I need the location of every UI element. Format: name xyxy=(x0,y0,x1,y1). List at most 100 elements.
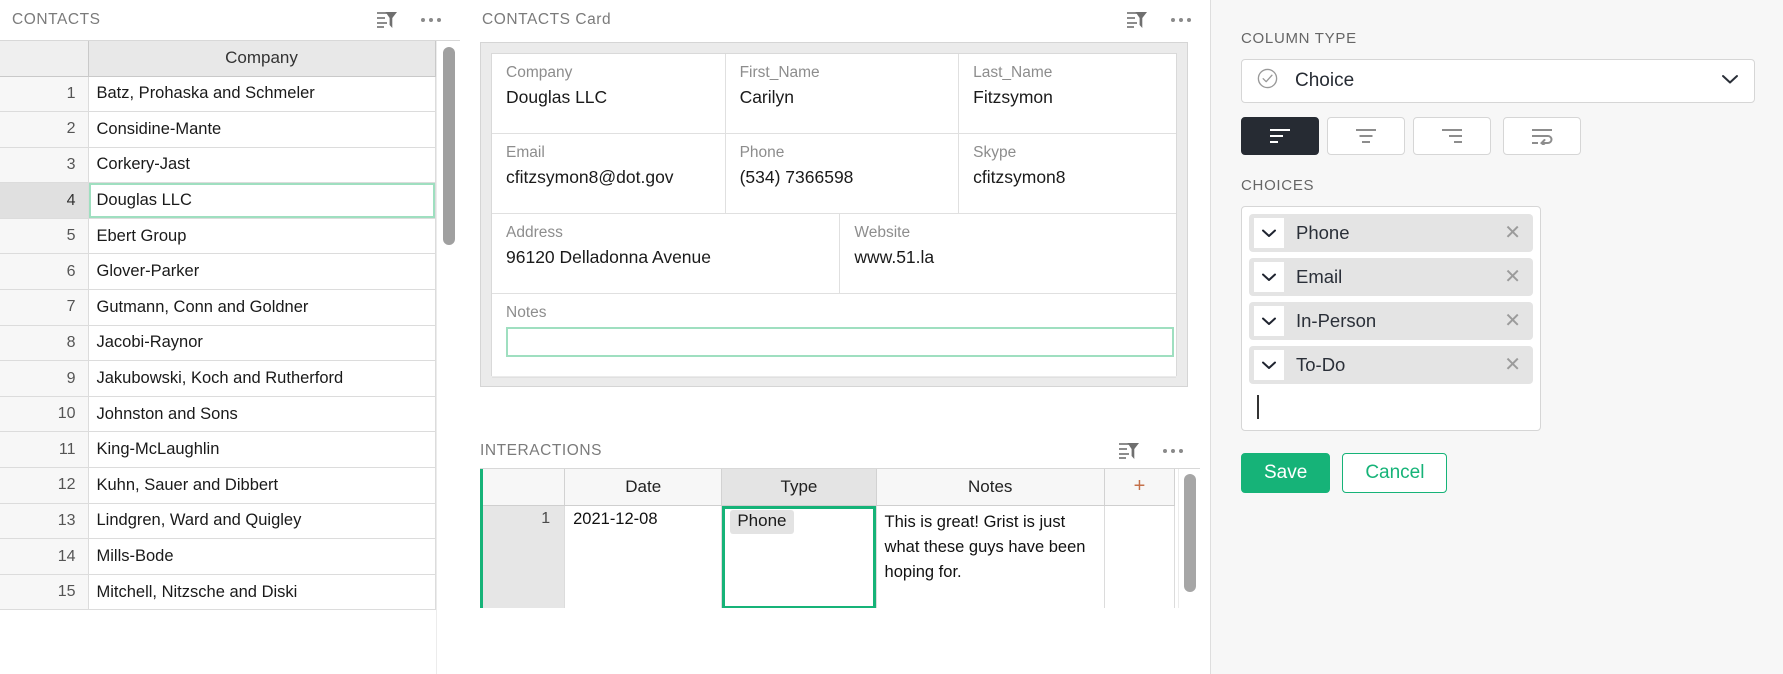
cell-company[interactable]: King-McLaughlin xyxy=(88,431,436,469)
wrap-text-icon[interactable] xyxy=(1503,117,1581,155)
column-type-select[interactable]: Choice xyxy=(1241,59,1755,103)
row-number-header[interactable] xyxy=(481,469,566,506)
row-number[interactable]: 9 xyxy=(0,360,89,397)
column-header-type[interactable]: Type xyxy=(721,469,877,506)
more-options-icon[interactable] xyxy=(1158,437,1188,465)
cell-company[interactable]: Lindgren, Ward and Quigley xyxy=(88,503,436,540)
card-field-first-name[interactable]: First_Name Carilyn xyxy=(725,54,960,134)
cell-date[interactable]: 2021-12-08 xyxy=(564,505,723,608)
cell-company[interactable]: Ebert Group xyxy=(88,218,436,255)
chevron-down-icon[interactable] xyxy=(1254,262,1284,292)
column-header-date[interactable]: Date xyxy=(564,469,723,506)
cell-notes[interactable]: This is great! Grist is just what these … xyxy=(876,505,1105,608)
table-row[interactable]: 12 Kuhn, Sauer and Dibbert xyxy=(0,467,436,504)
table-row[interactable]: 15 Mitchell, Nitzsche and Diski xyxy=(0,574,436,611)
table-row[interactable]: 8 Jacobi-Raynor xyxy=(0,325,436,362)
card-field-address[interactable]: Address 96120 Delladonna Avenue xyxy=(492,214,841,294)
row-number-header[interactable] xyxy=(0,41,89,77)
scrollbar-thumb[interactable] xyxy=(1184,474,1196,592)
column-header-notes[interactable]: Notes xyxy=(876,469,1105,506)
cell-company[interactable]: Corkery-Jast xyxy=(88,147,436,184)
filter-sort-icon[interactable] xyxy=(372,6,402,34)
row-number[interactable]: 1 xyxy=(0,76,89,113)
row-number[interactable]: 5 xyxy=(0,218,89,255)
remove-choice-icon[interactable]: ✕ xyxy=(1502,311,1523,331)
choice-item[interactable]: To-Do ✕ xyxy=(1249,346,1533,384)
remove-choice-icon[interactable]: ✕ xyxy=(1502,267,1523,287)
table-row[interactable]: 13 Lindgren, Ward and Quigley xyxy=(0,503,436,540)
more-options-icon[interactable] xyxy=(416,6,446,34)
contacts-grid[interactable]: Company 1 Batz, Prohaska and Schmeler 2 Co… xyxy=(0,40,460,674)
add-column-button[interactable]: + xyxy=(1104,469,1176,506)
row-number[interactable]: 1 xyxy=(481,505,566,608)
save-button[interactable]: Save xyxy=(1241,453,1331,493)
more-options-icon[interactable] xyxy=(1166,6,1196,34)
table-row[interactable]: 2 Considine-Mante xyxy=(0,111,436,148)
row-number[interactable]: 14 xyxy=(0,538,89,575)
card-field-website[interactable]: Website www.51.la xyxy=(840,214,1176,294)
cell-company[interactable]: Kuhn, Sauer and Dibbert xyxy=(88,467,436,504)
table-row[interactable]: 14 Mills-Bode xyxy=(0,538,436,575)
row-number[interactable]: 7 xyxy=(0,289,89,326)
align-center-icon[interactable] xyxy=(1327,117,1405,155)
table-row[interactable]: 3 Corkery-Jast xyxy=(0,147,436,184)
cell-empty[interactable] xyxy=(1104,505,1176,608)
table-row-selected[interactable]: 4 Douglas LLC xyxy=(0,182,436,219)
table-row[interactable]: 1 2021-12-08 Phone This is great! Grist … xyxy=(481,505,1176,608)
row-number[interactable]: 2 xyxy=(0,111,89,148)
card-field-phone[interactable]: Phone (534) 7366598 xyxy=(725,134,960,214)
table-row[interactable]: 7 Gutmann, Conn and Goldner xyxy=(0,289,436,326)
cell-company[interactable]: Considine-Mante xyxy=(88,111,436,148)
card-field-last-name[interactable]: Last_Name Fitzsymon xyxy=(959,54,1176,134)
cell-company[interactable]: Batz, Prohaska and Schmeler xyxy=(88,76,436,113)
remove-choice-icon[interactable]: ✕ xyxy=(1502,355,1523,375)
table-row[interactable]: 6 Glover-Parker xyxy=(0,253,436,291)
cancel-button[interactable]: Cancel xyxy=(1342,453,1448,493)
interactions-vertical-scrollbar[interactable] xyxy=(1178,469,1200,608)
choice-item[interactable]: Phone ✕ xyxy=(1249,214,1533,252)
filter-sort-icon[interactable] xyxy=(1122,6,1152,34)
choice-item[interactable]: In-Person ✕ xyxy=(1249,302,1533,340)
chevron-down-icon[interactable] xyxy=(1254,306,1284,336)
card-field-skype[interactable]: Skype cfitzsymon8 xyxy=(959,134,1176,214)
cell-company[interactable]: Jacobi-Raynor xyxy=(88,325,436,362)
table-row[interactable]: 10 Johnston and Sons xyxy=(0,396,436,433)
row-number[interactable]: 12 xyxy=(0,467,89,504)
scrollbar-thumb[interactable] xyxy=(443,47,455,245)
choice-item[interactable]: Email ✕ xyxy=(1249,258,1533,296)
filter-sort-icon[interactable] xyxy=(1114,437,1144,465)
table-row[interactable]: 9 Jakubowski, Koch and Rutherford xyxy=(0,360,436,397)
new-choice-input[interactable] xyxy=(1249,390,1533,424)
align-left-icon[interactable] xyxy=(1241,117,1319,155)
cell-company[interactable]: Mills-Bode xyxy=(88,538,436,575)
row-number[interactable]: 3 xyxy=(0,147,89,184)
chevron-down-icon[interactable] xyxy=(1254,350,1284,380)
row-number[interactable]: 11 xyxy=(0,431,89,469)
cell-company[interactable]: Glover-Parker xyxy=(88,253,436,291)
card-field-email[interactable]: Email cfitzsymon8@dot.gov xyxy=(492,134,726,214)
table-row[interactable]: 5 Ebert Group xyxy=(0,218,436,255)
contacts-vertical-scrollbar[interactable] xyxy=(436,41,460,674)
interactions-grid[interactable]: Date Type Notes + 1 2021-12-08 Phone Thi… xyxy=(480,468,1200,608)
remove-choice-icon[interactable]: ✕ xyxy=(1502,223,1523,243)
cell-type-selected[interactable]: Phone xyxy=(721,505,877,608)
table-row[interactable]: 11 King-McLaughlin xyxy=(0,431,436,469)
row-number[interactable]: 15 xyxy=(0,574,89,611)
cell-company[interactable]: Jakubowski, Koch and Rutherford xyxy=(88,360,436,397)
column-header-company[interactable]: Company xyxy=(88,41,436,77)
row-number[interactable]: 8 xyxy=(0,325,89,362)
card-field-company[interactable]: Company Douglas LLC xyxy=(492,54,726,134)
cell-company[interactable]: Mitchell, Nitzsche and Diski xyxy=(88,574,436,611)
row-number[interactable]: 4 xyxy=(0,182,89,219)
cell-company[interactable]: Gutmann, Conn and Goldner xyxy=(88,289,436,326)
cell-company[interactable]: Johnston and Sons xyxy=(88,396,436,433)
table-row[interactable]: 1 Batz, Prohaska and Schmeler xyxy=(0,76,436,113)
chevron-down-icon[interactable] xyxy=(1720,72,1740,91)
notes-input[interactable] xyxy=(506,327,1174,357)
cell-company[interactable]: Douglas LLC xyxy=(88,182,436,219)
chevron-down-icon[interactable] xyxy=(1254,218,1284,248)
row-number[interactable]: 13 xyxy=(0,503,89,540)
row-number[interactable]: 6 xyxy=(0,253,89,291)
align-right-icon[interactable] xyxy=(1413,117,1491,155)
card-field-notes[interactable]: Notes xyxy=(492,294,1176,378)
